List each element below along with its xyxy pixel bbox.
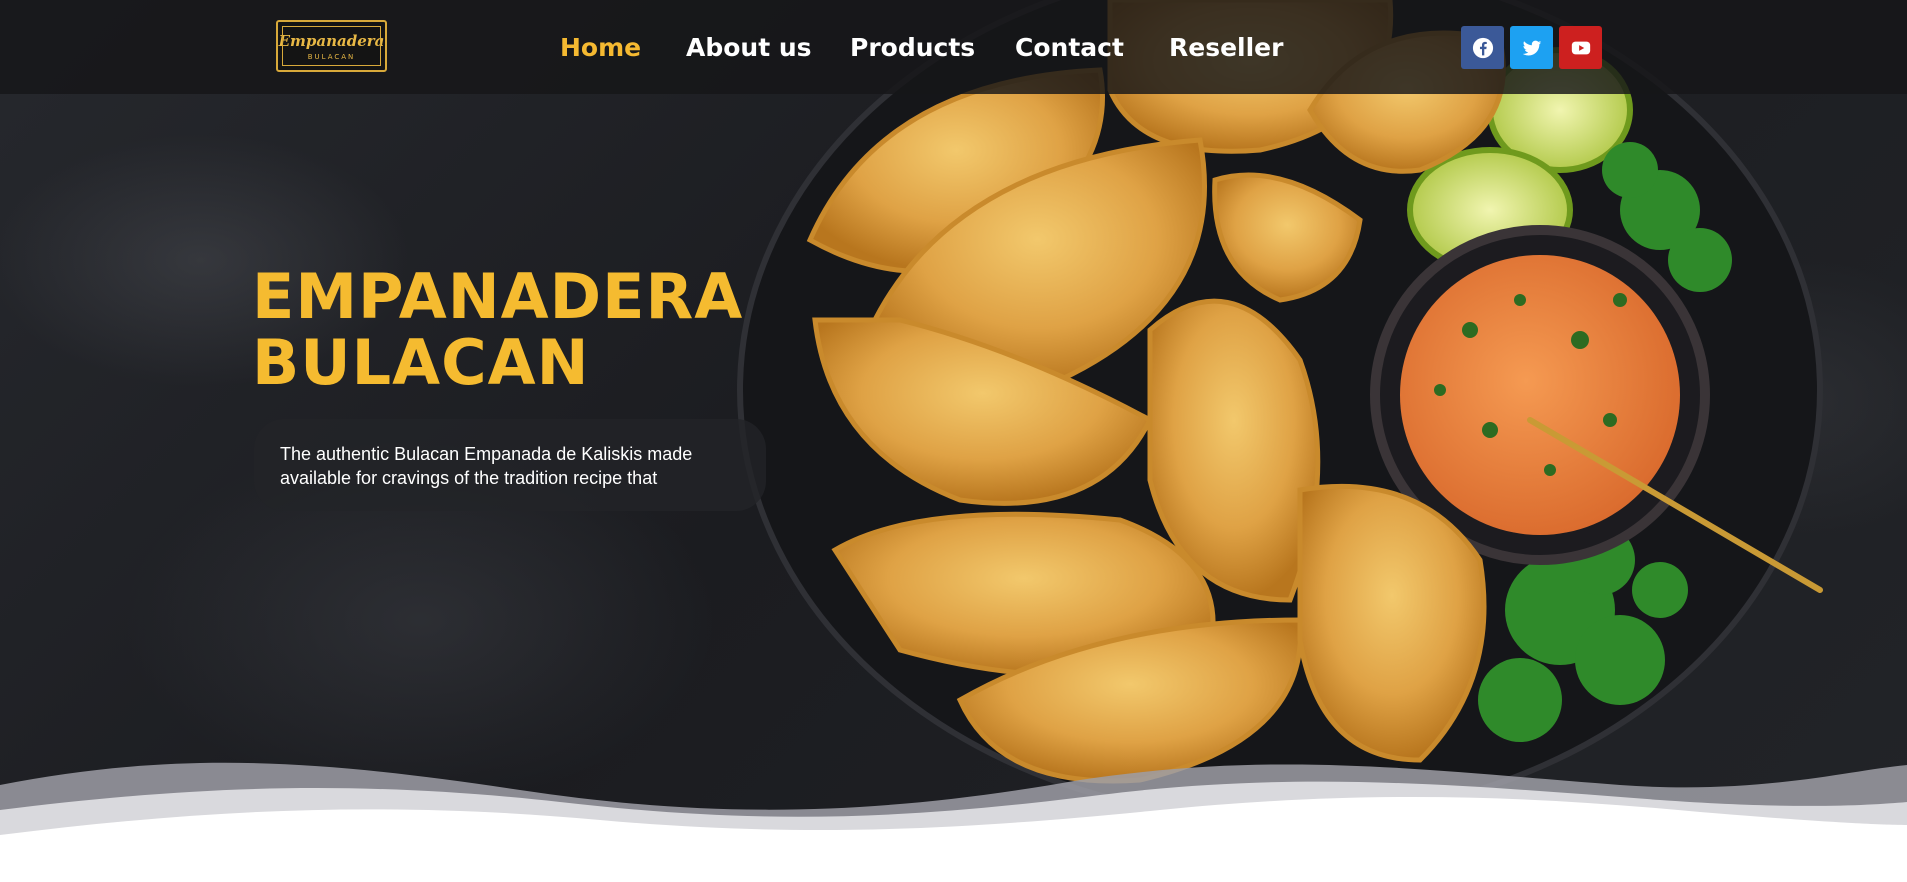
nav-reseller[interactable]: Reseller — [1169, 28, 1283, 68]
youtube-button[interactable] — [1559, 26, 1602, 69]
twitter-button[interactable] — [1510, 26, 1553, 69]
site-logo[interactable]: Empanadera BULACAN — [276, 20, 387, 72]
youtube-icon — [1571, 41, 1590, 54]
hero-title: EMPANADERA BULACAN — [252, 264, 772, 396]
nav-about-us[interactable]: About us — [686, 28, 812, 68]
nav-home[interactable]: Home — [560, 28, 641, 68]
facebook-button[interactable] — [1461, 26, 1504, 69]
hero-section: Empanadera BULACAN Home About us Product… — [0, 0, 1907, 882]
nav-contact[interactable]: Contact — [1015, 28, 1124, 68]
site-header: Empanadera BULACAN Home About us Product… — [0, 0, 1907, 94]
logo-name: Empanadera — [278, 31, 385, 50]
hero-title-line-1: EMPANADERA — [252, 260, 744, 333]
hero-title-line-2: BULACAN — [252, 326, 590, 399]
hero-description: The authentic Bulacan Empanada de Kalisk… — [280, 444, 693, 488]
nav-products[interactable]: Products — [850, 28, 975, 68]
twitter-icon — [1522, 40, 1541, 56]
facebook-icon — [1472, 37, 1493, 58]
logo-subtitle: BULACAN — [307, 52, 356, 61]
wave-divider — [0, 762, 1907, 882]
